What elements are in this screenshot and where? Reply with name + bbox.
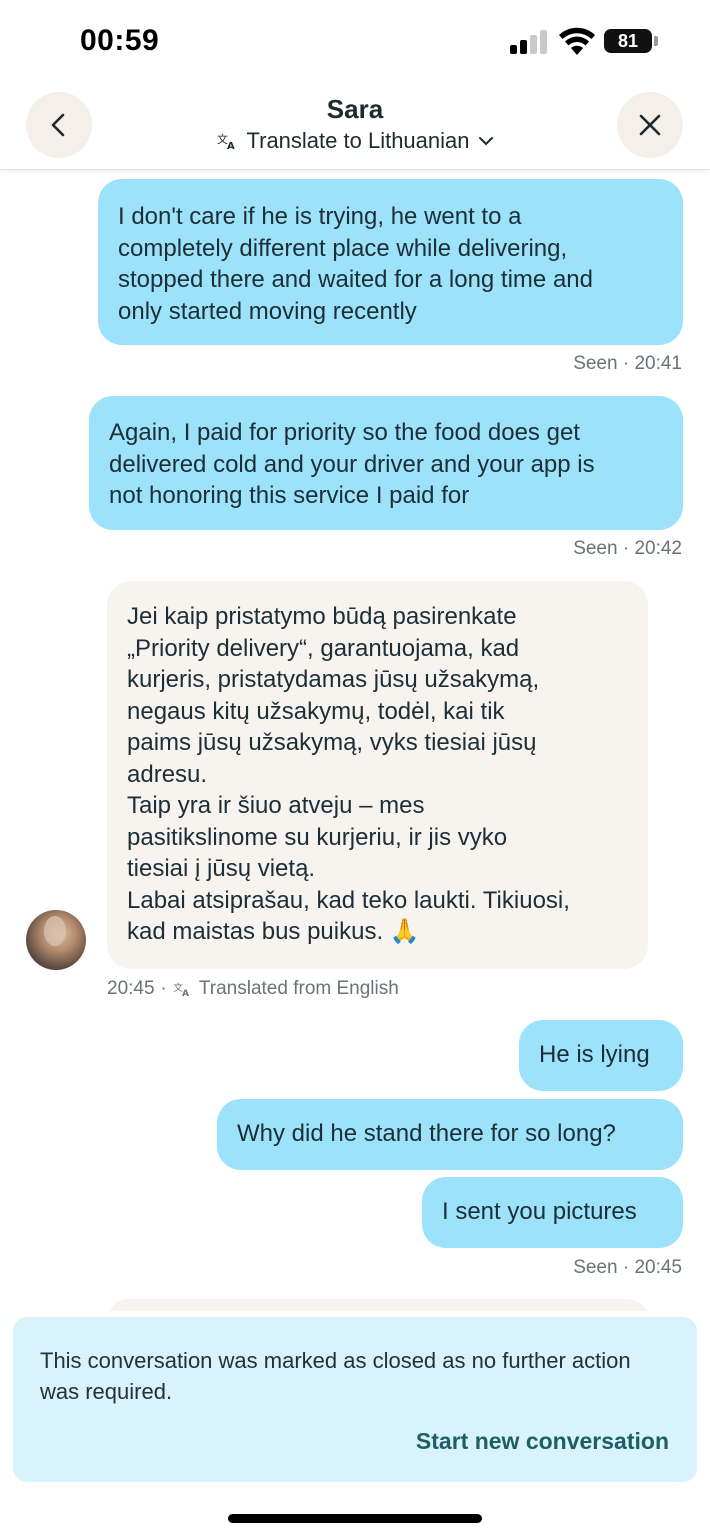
message-meta: 20:45 · 文 A Translated from English [107,978,399,1000]
wifi-icon [559,27,595,55]
message-line: Again, I paid for priority so the food d… [109,419,580,446]
translate-label: Translate to Lithuanian [246,128,470,153]
incoming-message[interactable]: Jei kaip pristatymo būdą pasirenkate „Pr… [107,581,648,969]
separator-dot: · [160,978,167,999]
translate-toggle[interactable]: 文 A Translate to Lithuanian [0,128,710,154]
message-text: Why did he stand there for so long? [237,1120,616,1147]
outgoing-message[interactable]: I don't care if he is trying, he went to… [98,179,683,345]
message-line: not honoring this service I paid for [109,482,470,509]
cellular-signal-icon [510,30,550,54]
status-bar: 00:59 81 [0,0,710,84]
message-line: delivered cold and your driver and your … [109,450,595,478]
message-line: kad maistas bus puikus. 🙏 [127,918,420,945]
translate-icon: 文 A [217,132,235,150]
battery-nub [654,36,658,46]
message-status: Seen · 20:41 [573,353,682,374]
svg-text:A: A [182,989,189,997]
chevron-down-icon [478,137,493,146]
battery-indicator: 81 [604,29,652,53]
contact-name: Sara [326,94,384,124]
message-time: 20:45 [107,978,155,999]
message-text: I sent you pictures [442,1198,637,1225]
translated-label[interactable]: Translated from English [199,978,399,1000]
agent-avatar[interactable] [26,910,86,970]
message-line: paims jūsų užsakymą, vyks tiesiai jūsų [127,729,537,756]
conversation-closed-banner: This conversation was marked as closed a… [13,1317,697,1482]
outgoing-message[interactable]: He is lying [519,1020,683,1091]
message-line: I don't care if he is trying, he went to… [118,203,522,230]
message-line: negaus kitų užsakymų, todėl, kai tik [127,697,505,725]
message-list[interactable]: I don't care if he is trying, he went to… [0,171,710,1311]
message-line: „Priority delivery“, garantuojama, kad [127,634,520,662]
message-line: adresu. [127,760,208,788]
translate-icon: 文 A [173,981,189,997]
outgoing-message[interactable]: Again, I paid for priority so the food d… [89,396,683,530]
message-line: Jei kaip pristatymo būdą pasirenkate [127,603,517,630]
chat-header: Sara 文 A Translate to Lithuanian [0,84,710,170]
svg-text:A: A [227,141,235,150]
message-line: Taip yra ir šiuo atveju – mes [127,792,425,819]
outgoing-message[interactable]: I sent you pictures [422,1177,683,1248]
message-line: tiesiai į jūsų vietą. [127,855,316,882]
home-indicator[interactable] [228,1514,482,1523]
start-new-conversation-button[interactable]: Start new conversation [416,1428,669,1455]
message-line: completely different place while deliver… [118,234,568,262]
close-button[interactable] [617,92,683,158]
message-line: pasitikslinome su kurjeriu, ir jis vyko [127,823,508,851]
message-line: only started moving recently [118,297,417,325]
banner-text: This conversation was marked as closed a… [40,1348,631,1404]
partial-incoming-message [108,1299,648,1311]
message-line: kurjeris, pristatydamas jūsų užsakymą, [127,666,540,693]
message-text: He is lying [539,1041,650,1068]
message-status: Seen · 20:45 [573,1257,682,1278]
message-status: Seen · 20:42 [573,538,682,559]
message-line: stopped there and waited for a long time… [118,266,593,293]
message-line: Labai atsiprašau, kad teko laukti. Tikiu… [127,886,570,914]
status-time: 00:59 [80,24,160,57]
outgoing-message[interactable]: Why did he stand there for so long? [217,1099,683,1170]
close-icon [639,114,661,136]
